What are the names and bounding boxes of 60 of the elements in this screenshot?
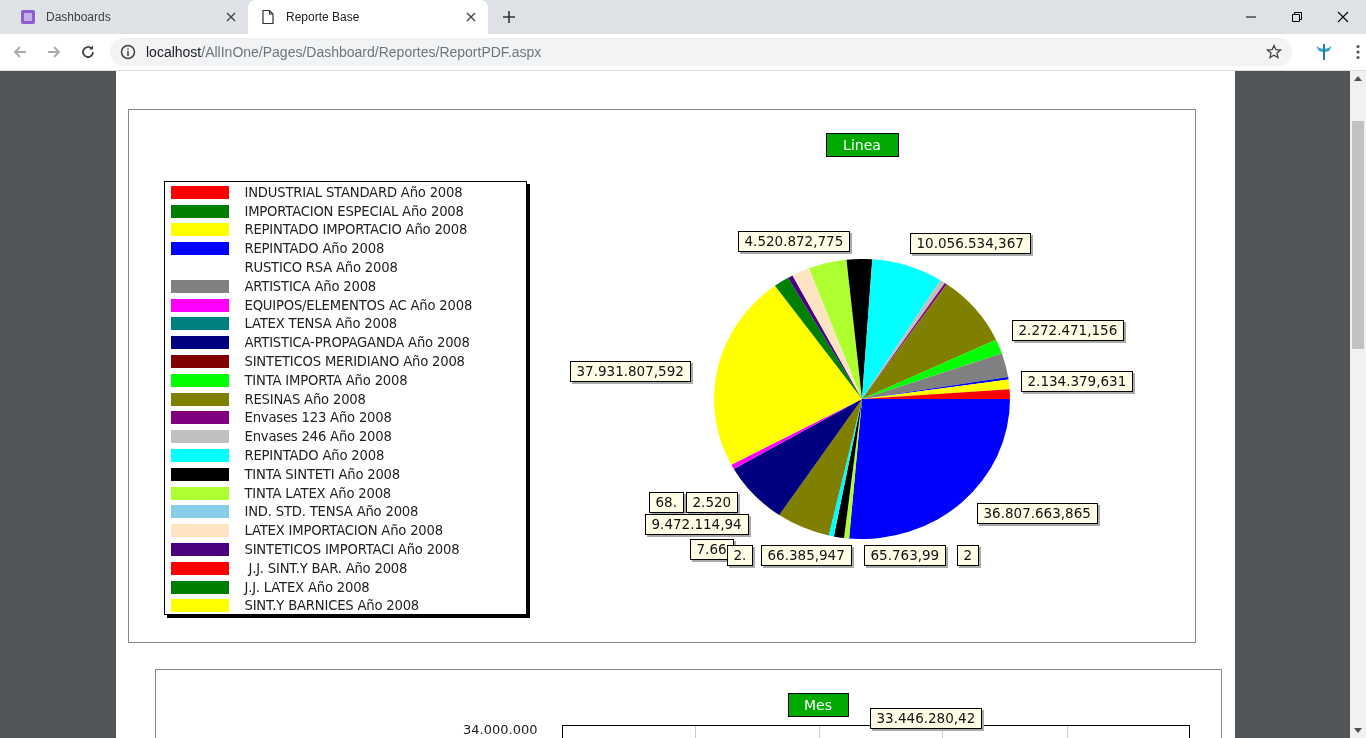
legend-label: EQUIPOS/ELEMENTOS AC Año 2008 — [244, 297, 473, 313]
legend-label: IND. STD. TENSA Año 2008 — [244, 504, 419, 520]
close-icon[interactable] — [226, 12, 236, 22]
legend-label: J.J. LATEX Año 2008 — [244, 579, 370, 595]
legend-label: IMPORTACION ESPECIAL Año 2008 — [244, 203, 464, 219]
chart-title: Mes — [787, 693, 849, 717]
browser-tab[interactable]: Reporte Base — [248, 0, 488, 34]
scroll-thumb[interactable] — [1352, 121, 1364, 349]
legend-label: INDUSTRIAL STANDARD Año 2008 — [244, 184, 463, 200]
value-label: 65.763,99 — [863, 545, 947, 566]
value-label: 2.272.471,156 — [1011, 320, 1125, 341]
caduceus-icon[interactable] — [1314, 42, 1334, 62]
close-icon[interactable] — [466, 12, 476, 22]
star-icon[interactable] — [1266, 44, 1282, 60]
chart-title: Linea — [825, 133, 899, 157]
new-tab-icon[interactable] — [502, 10, 516, 24]
browser-tab[interactable]: Dashboards — [8, 0, 248, 34]
legend-label: REPINTADO Año 2008 — [244, 241, 385, 257]
url-text: localhost/AllInOne/Pages/Dashboard/Reportes/ReportPDF.aspx — [146, 44, 542, 60]
scroll-down-icon[interactable] — [1354, 728, 1362, 733]
restore-icon[interactable] — [1291, 11, 1303, 23]
legend-label: TINTA IMPORTA Año 2008 — [244, 372, 408, 388]
app-icon — [20, 9, 36, 25]
legend-label: SINTETICOS IMPORTACI Año 2008 — [244, 542, 460, 558]
value-label: 33.446.280,42 — [869, 708, 983, 729]
menu-icon[interactable] — [1356, 44, 1360, 60]
legend-label: REPINTADO IMPORTACIO Año 2008 — [244, 222, 468, 238]
legend-label: TINTA LATEX Año 2008 — [244, 485, 391, 501]
legend-label: ARTISTICA Año 2008 — [244, 278, 376, 294]
legend-label: LATEX IMPORTACION Año 2008 — [244, 523, 443, 539]
value-label: 2 — [956, 545, 980, 566]
legend-label: ARTISTICA-PROPAGANDA Año 2008 — [244, 335, 470, 351]
value-label: 2.520 — [685, 492, 739, 513]
address-bar[interactable]: localhost/AllInOne/Pages/Dashboard/Reportes/ReportPDF.aspx — [110, 38, 1292, 66]
legend-label: SINT.Y BARNICES Año 2008 — [244, 598, 420, 614]
axis-tick-label: 34.000.000 — [462, 722, 538, 737]
value-label: 66.385,947 — [760, 545, 852, 566]
scroll-up-icon[interactable] — [1354, 76, 1362, 81]
value-label: 36.807.663,865 — [976, 503, 1098, 524]
legend-label: SINTETICOS MERIDIANO Año 2008 — [244, 354, 465, 370]
value-label: 37.931.807,592 — [569, 361, 691, 382]
legend-label: Envases 246 Año 2008 — [244, 429, 392, 445]
scrollbar[interactable] — [1350, 71, 1366, 738]
value-label: 2. — [726, 545, 754, 566]
close-icon[interactable] — [1337, 11, 1349, 23]
legend-label: RESINAS Año 2008 — [244, 391, 366, 407]
value-label: 2.134.379,631 — [1020, 371, 1134, 392]
value-label: 4.520.872,775 — [737, 231, 851, 252]
value-label: 10.056.534,367 — [909, 233, 1031, 254]
legend-label: TINTA SINTETI Año 2008 — [244, 466, 400, 482]
value-label: 68. — [648, 492, 684, 513]
legend-label: REPINTADO Año 2008 — [244, 448, 385, 464]
legend-label: Envases 123 Año 2008 — [244, 410, 392, 426]
page-icon — [260, 9, 276, 25]
legend-label: RUSTICO RSA Año 2008 — [244, 260, 398, 276]
legend-label: LATEX TENSA Año 2008 — [244, 316, 398, 332]
legend-label: J.J. SINT.Y BAR. Año 2008 — [246, 560, 408, 576]
value-label: 9.472.114,94 — [644, 514, 749, 535]
reload-icon[interactable] — [80, 44, 96, 60]
info-icon — [120, 44, 136, 60]
